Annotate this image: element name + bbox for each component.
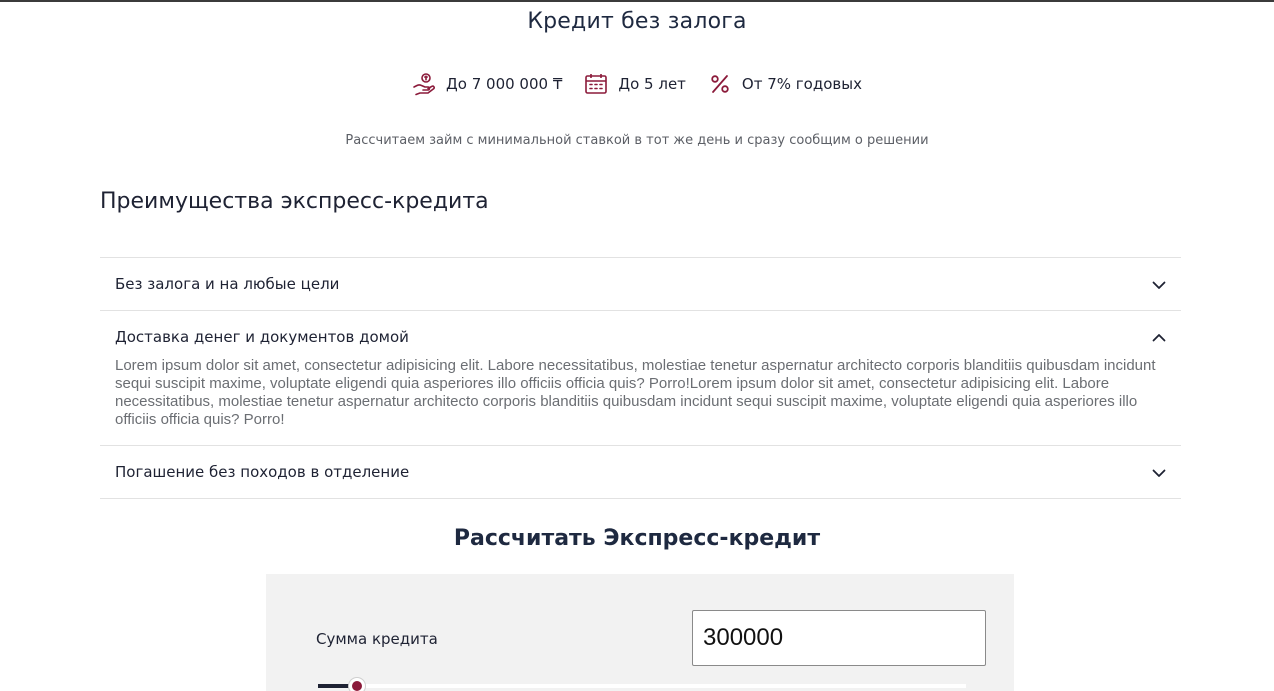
top-border bbox=[0, 0, 1274, 2]
chevron-up-icon[interactable] bbox=[1152, 328, 1166, 347]
accordion-label: Доставка денег и документов домой bbox=[115, 328, 409, 346]
accordion-label: Погашение без походов в отделение bbox=[115, 463, 410, 481]
chevron-down-icon[interactable] bbox=[1152, 275, 1166, 294]
feature-list: До 7 000 000 ₸ До 5 лет От 7% годовых bbox=[0, 72, 1274, 96]
accordion-item: Доставка денег и документов домой Lorem … bbox=[100, 311, 1181, 446]
feature-term-label: До 5 лет bbox=[618, 75, 686, 93]
percent-icon bbox=[708, 72, 732, 96]
chevron-down-icon[interactable] bbox=[1152, 463, 1166, 482]
feature-amount: До 7 000 000 ₸ bbox=[412, 72, 562, 96]
page-title: Кредит без залога bbox=[527, 9, 747, 34]
feature-amount-label: До 7 000 000 ₸ bbox=[446, 75, 563, 93]
accordion-header-delivery[interactable]: Доставка денег и документов домой bbox=[100, 311, 1181, 363]
hand-money-icon bbox=[412, 72, 436, 96]
feature-rate-label: От 7% годовых bbox=[741, 75, 862, 93]
accordion-header-repayment[interactable]: Погашение без походов в отделение bbox=[100, 446, 1181, 498]
advantages-accordion: Без залога и на любые цели Доставка дене… bbox=[100, 257, 1181, 499]
hero-subtitle: Рассчитаем займ с минимальной ставкой в … bbox=[345, 133, 929, 148]
loan-amount-label: Сумма кредита bbox=[316, 630, 438, 648]
slider-thumb[interactable] bbox=[348, 678, 365, 691]
accordion-item: Погашение без походов в отделение bbox=[100, 446, 1181, 499]
calculator-panel: Сумма кредита bbox=[266, 574, 1014, 691]
loan-amount-slider[interactable] bbox=[318, 678, 966, 691]
accordion-item: Без залога и на любые цели bbox=[100, 258, 1181, 311]
calendar-icon bbox=[584, 72, 608, 96]
calculator-title: Рассчитать Экспресс-кредит bbox=[453, 526, 821, 551]
accordion-label: Без залога и на любые цели bbox=[115, 275, 340, 293]
accordion-header-no-collateral[interactable]: Без залога и на любые цели bbox=[100, 258, 1181, 310]
advantages-title: Преимущества экспресс-кредита bbox=[100, 189, 489, 214]
feature-term: До 5 лет bbox=[584, 72, 686, 96]
accordion-content: Lorem ipsum dolor sit amet, consectetur … bbox=[115, 357, 1156, 428]
loan-amount-input[interactable] bbox=[692, 610, 986, 666]
feature-rate: От 7% годовых bbox=[708, 72, 862, 96]
